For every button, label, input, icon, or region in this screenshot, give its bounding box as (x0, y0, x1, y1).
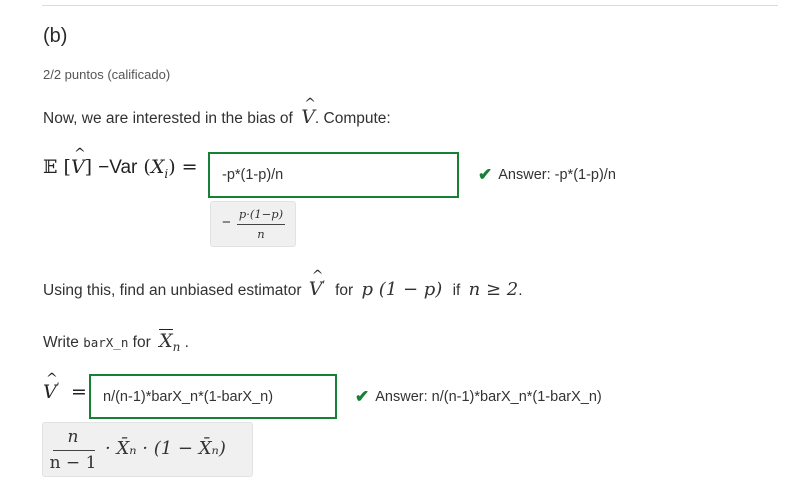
estimator-answer-input[interactable]: n/(n-1)*barX_n*(1-barX_n) (89, 374, 337, 419)
preview-numerator: p·(1−p) (238, 207, 284, 221)
preview-fraction-bar (237, 224, 285, 225)
for-word: for (335, 282, 354, 300)
answer-feedback-1: ✔ Answer: -p*(1-p)/n (478, 165, 616, 185)
prompt-suffix: . Compute: (314, 110, 391, 127)
checkmark-icon: ✔ (355, 387, 370, 406)
condition-expression: n ≥ 2 (468, 279, 519, 301)
answer-feedback-2: ✔ Answer: n/(n-1)*barX_n*(1-barX_n) (355, 387, 602, 407)
equation-lhs-2: V′= (43, 371, 87, 404)
v-hat-prime-symbol: V (309, 268, 323, 300)
target-expression: p (1 − p) (361, 279, 443, 301)
question-prompt: Now, we are interested in the bias of V.… (43, 96, 391, 128)
prompt-text: Now, we are interested in the bias of (43, 110, 293, 127)
points-status: 2/2 puntos (calificado) (43, 67, 171, 82)
estimator-prompt: Using this, find an unbiased estimator V… (43, 268, 523, 301)
hint-for: for (132, 334, 151, 351)
preview-minus: − (222, 214, 231, 231)
hint-write: Write (43, 334, 79, 351)
answer-text-2: Answer: n/(n-1)*barX_n*(1-barX_n) (375, 389, 602, 405)
estimator-prompt-text: Using this, find an unbiased estimator (43, 282, 302, 300)
preview2-denominator: n − 1 (49, 453, 97, 473)
equation-lhs-1: 𝔼 [V] −Var (Xi) = (43, 146, 198, 181)
top-divider (42, 5, 778, 6)
preview2-rest: · X̄ₙ · (1 − X̄ₙ) (105, 438, 226, 459)
math-preview-1: − p·(1−p) n (210, 201, 296, 247)
checkmark-icon: ✔ (478, 165, 493, 184)
preview2-numerator: n (67, 427, 79, 447)
v-hat-symbol: V (301, 96, 315, 128)
answer-text-1: Answer: -p*(1-p)/n (498, 167, 616, 183)
bias-answer-input[interactable]: -p*(1-p)/n (208, 152, 459, 198)
x-bar-symbol: X (159, 329, 173, 352)
preview-denominator: n (257, 227, 265, 241)
part-label: (b) (43, 25, 68, 47)
hint-code: barX_n (83, 335, 129, 350)
preview2-fraction-bar (53, 450, 95, 451)
if-word: if (452, 282, 461, 300)
condition-period: . (518, 282, 523, 300)
math-preview-2: n n − 1 · X̄ₙ · (1 − X̄ₙ) (42, 422, 253, 477)
equals-sign: = (70, 381, 87, 404)
hint-period: . (184, 334, 189, 351)
notation-hint: Write barX_n for Xn . (43, 329, 189, 355)
